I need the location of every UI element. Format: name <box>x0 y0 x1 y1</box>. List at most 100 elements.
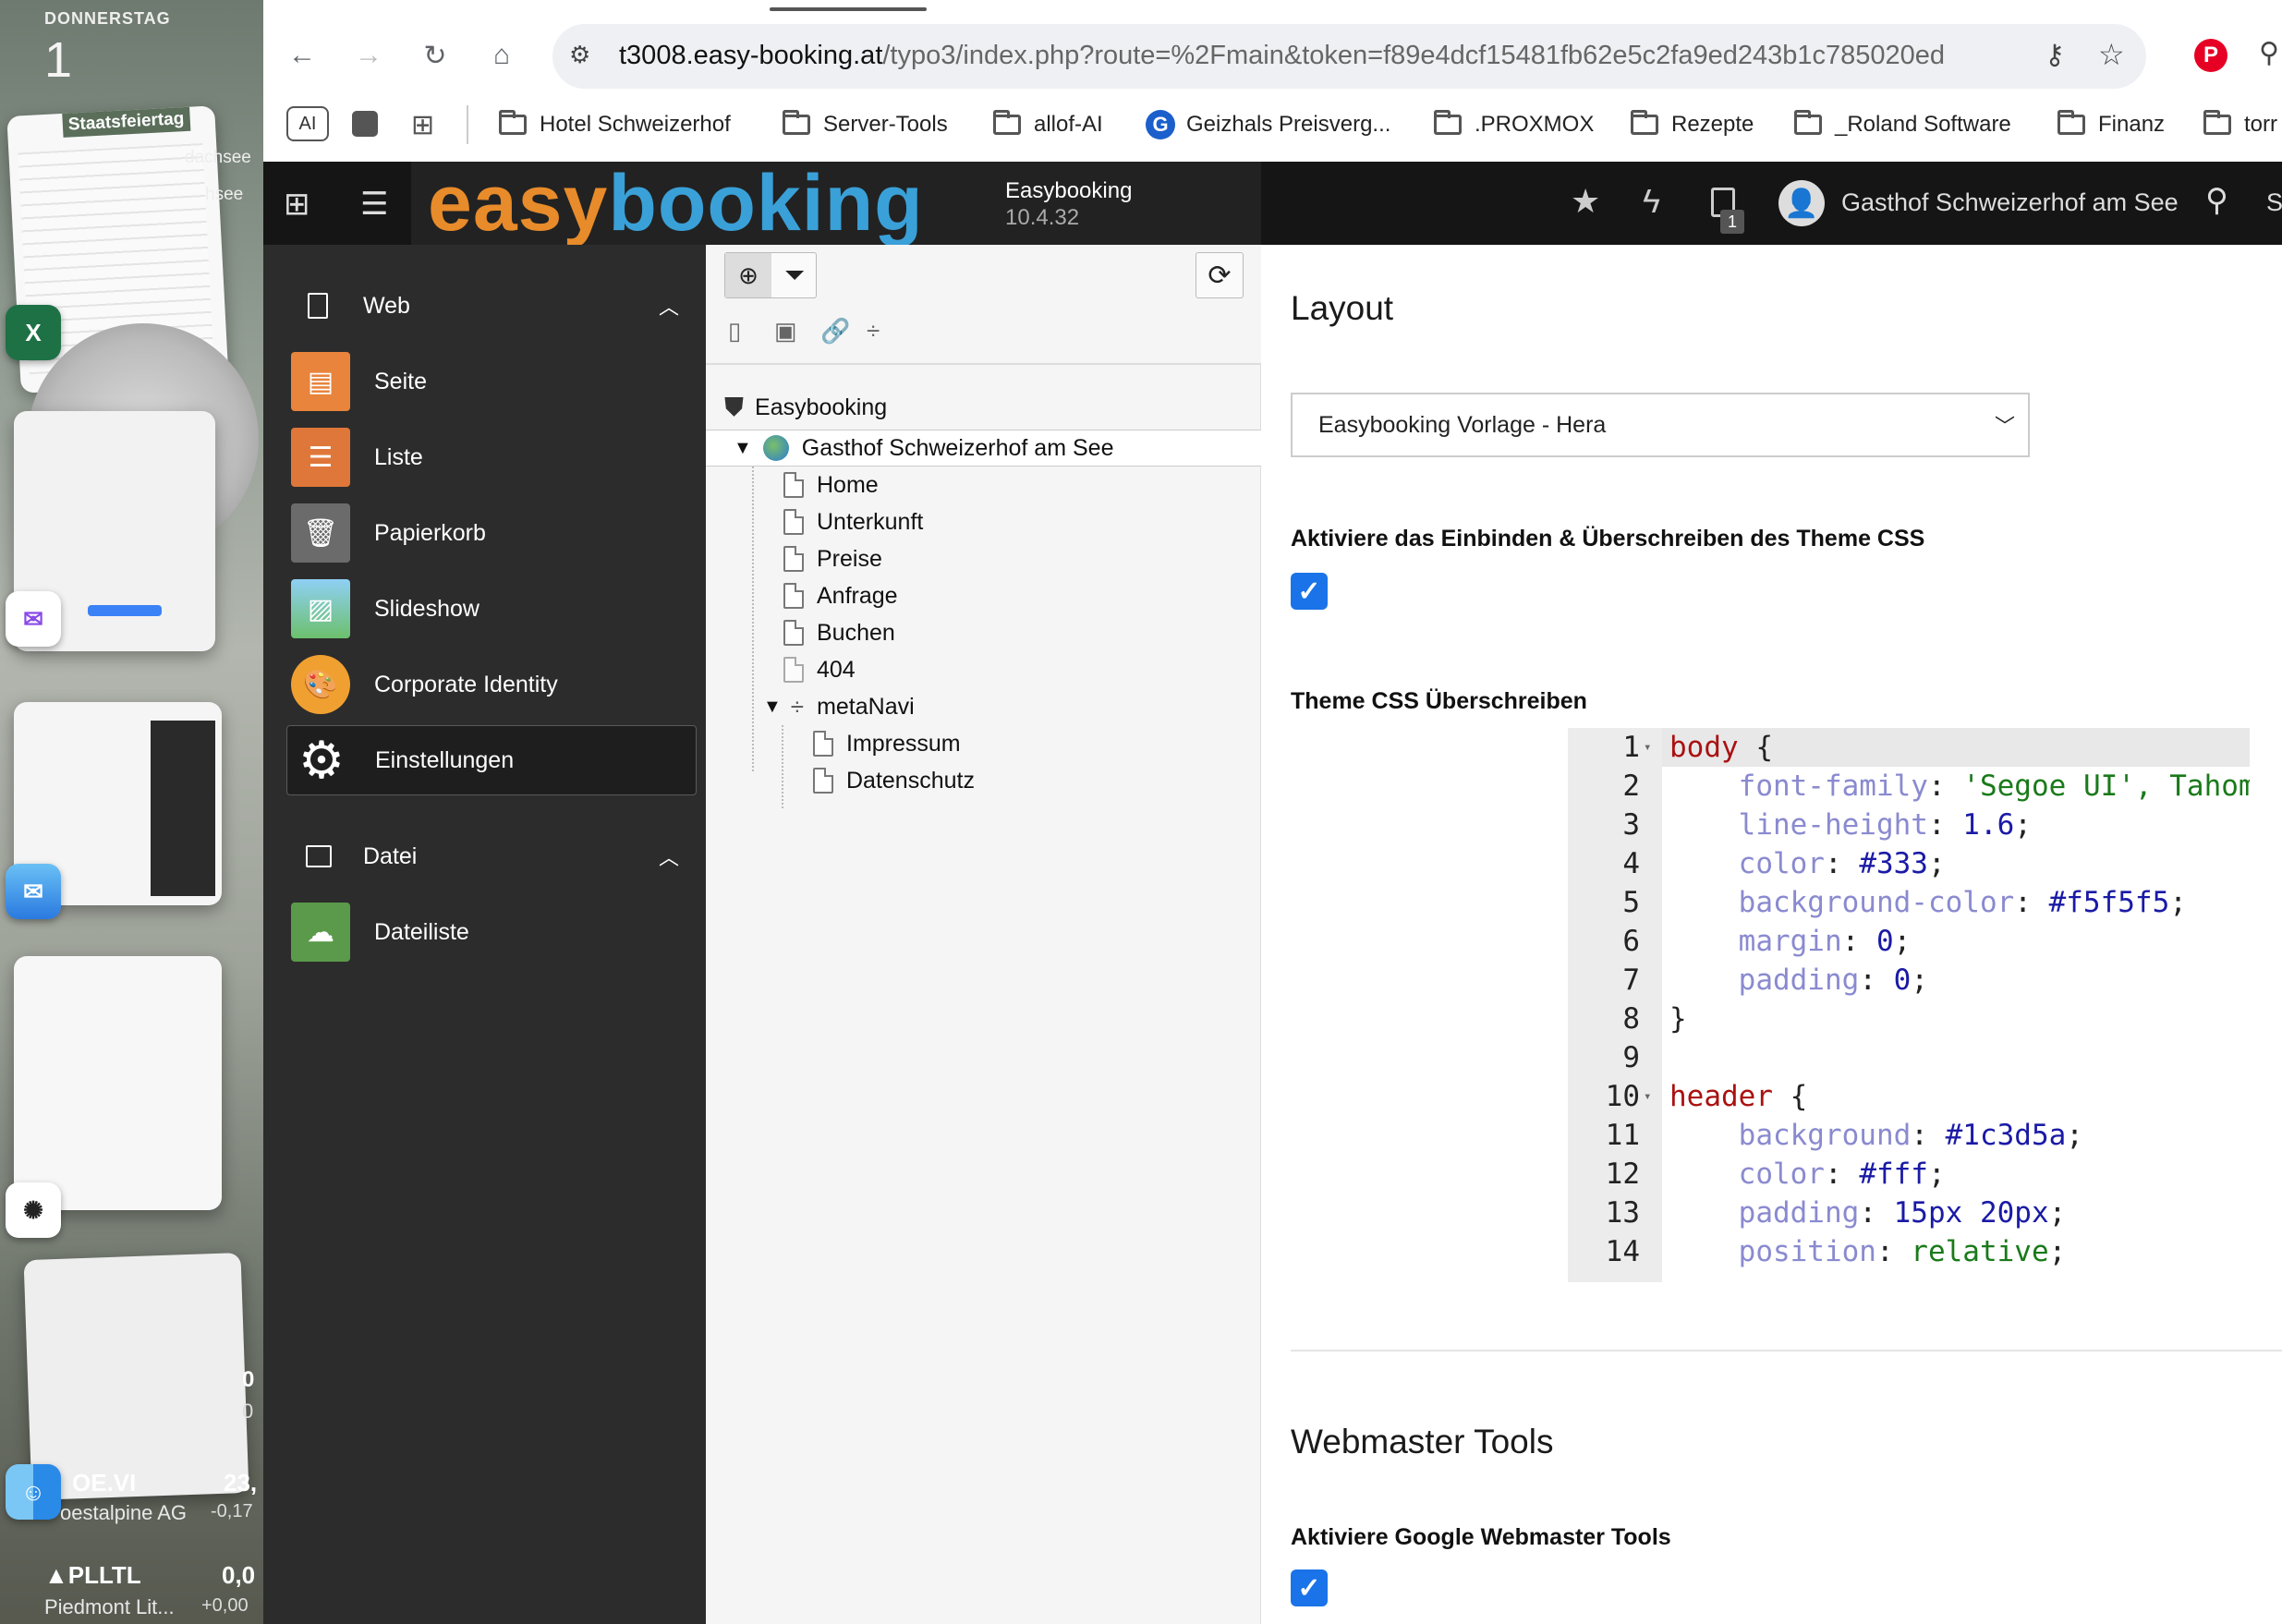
sidebar-item-papierkorb[interactable]: 🗑 Papierkorb <box>291 498 698 568</box>
sidebar-item-slideshow[interactable]: ▨ Slideshow <box>291 574 698 644</box>
bookmark-star-icon[interactable]: ☆ <box>2098 37 2125 72</box>
line-number: 3 <box>1622 808 1640 842</box>
finder-icon[interactable]: ☺ <box>6 1464 61 1520</box>
css-property: position <box>1738 1235 1876 1268</box>
bookmark-item[interactable]: Finanz <box>2057 106 2165 143</box>
fold-arrow-icon[interactable]: ▾ <box>1644 728 1651 767</box>
tree-root[interactable]: ⛊ Easybooking <box>724 391 887 424</box>
bookmark-item[interactable]: torr <box>2203 106 2277 143</box>
code-line[interactable]: 13 padding: 15px 20px; <box>1568 1194 2250 1232</box>
code-line[interactable]: 8} <box>1568 1000 2250 1038</box>
code-text: margin: 0; <box>1738 925 1912 958</box>
reload-button[interactable]: ↻ <box>415 35 455 76</box>
code-line[interactable]: 2 font-family: 'Segoe UI', Tahoma <box>1568 767 2250 806</box>
bookmarks-star-icon[interactable]: ★ <box>1571 182 1600 221</box>
tree-page[interactable]: Buchen <box>783 616 895 649</box>
code-line[interactable]: 9 <box>1568 1038 2250 1077</box>
messenger-icon[interactable]: ✉ <box>6 591 61 647</box>
code-line[interactable]: 6 margin: 0; <box>1568 922 2250 961</box>
layout-select[interactable]: Easybooking Vorlage - Hera ﹀ <box>1291 393 2030 457</box>
code-line[interactable]: 7 padding: 0; <box>1568 961 2250 1000</box>
user-name[interactable]: Gasthof Schweizerhof am See <box>1841 188 2179 217</box>
sidebar-item-liste[interactable]: ☰ Liste <box>291 422 698 492</box>
filter-icon[interactable]: ⏷ <box>773 253 816 297</box>
webmaster-checkbox[interactable]: ✓ <box>1291 1569 1328 1606</box>
bookmark-item[interactable]: G Geizhals Preisverg... <box>1146 106 1390 143</box>
chatgpt-window-thumbnail[interactable] <box>14 956 222 1210</box>
css-code-editor[interactable]: 1 ▾ body {2 font-family: 'Segoe UI', Tahom… <box>1568 728 2250 1282</box>
desktop-background: DONNERSTAG 1 Staatsfeiertag dachsee hsee… <box>0 0 263 1624</box>
tree-label: metaNavi <box>817 693 915 720</box>
css-value: 0 <box>1893 963 1912 997</box>
sidebar-item-dateiliste[interactable]: ☁ Dateiliste <box>291 897 698 967</box>
tree-page[interactable]: Anfrage <box>783 579 898 612</box>
bookmark-item[interactable]: Hotel Schweizerhof <box>499 106 731 143</box>
tab-icon[interactable] <box>352 111 378 137</box>
tree-page[interactable]: Impressum <box>813 727 961 760</box>
search-label[interactable]: S <box>2266 188 2282 217</box>
pinterest-icon[interactable]: P <box>2194 39 2227 72</box>
code-line[interactable]: 4 color: #333; <box>1568 844 2250 883</box>
bookmark-item[interactable]: .PROXMOX <box>1434 106 1594 143</box>
sidebar-item-einstellungen[interactable]: ⚙ Einstellungen <box>286 725 697 795</box>
sidebar-item-corporate-identity[interactable]: 🎨 Corporate Identity <box>291 649 698 720</box>
tree-folder[interactable]: ▼ ÷ metaNavi <box>763 690 915 723</box>
code-line[interactable]: 1 ▾ body { <box>1568 728 2250 767</box>
bookmark-item[interactable]: _Roland Software <box>1794 106 2011 143</box>
flash-icon[interactable]: ϟ <box>1643 182 1660 221</box>
css-override-checkbox[interactable]: ✓ <box>1291 573 1328 610</box>
code-line[interactable]: 5 background-color: #f5f5f5; <box>1568 883 2250 922</box>
tree-page[interactable]: 404 <box>783 653 856 686</box>
line-number: 7 <box>1622 963 1640 997</box>
code-line[interactable]: 12 color: #fff; <box>1568 1155 2250 1194</box>
tree-page[interactable]: Unterkunft <box>783 505 923 539</box>
webmaster-heading: Webmaster Tools <box>1291 1423 1554 1460</box>
excel-icon[interactable]: X <box>6 305 61 360</box>
url-text[interactable]: t3008.easy-booking.at/typo3/index.php?ro… <box>619 41 1945 71</box>
easybooking-logo[interactable]: easybooking <box>428 162 924 245</box>
tree-page-home[interactable]: Home <box>783 468 879 502</box>
bookmark-item[interactable]: Rezepte <box>1631 106 1754 143</box>
ai-badge[interactable]: AI <box>286 106 329 141</box>
modules-grid-icon[interactable]: ⊞ <box>284 186 310 223</box>
code-line[interactable]: 11 background: #1c3d5a; <box>1568 1116 2250 1155</box>
bookmark-item[interactable]: Server-Tools <box>783 106 948 143</box>
tree-page[interactable]: Preise <box>783 542 882 576</box>
chatgpt-icon[interactable]: ✺ <box>6 1182 61 1238</box>
user-avatar[interactable]: 👤 <box>1778 180 1825 226</box>
code-line[interactable]: 3 line-height: 1.6; <box>1568 806 2250 844</box>
section-datei[interactable]: Datei ︿ <box>291 829 698 884</box>
back-button[interactable]: ← <box>282 35 322 76</box>
tree-site[interactable]: ▼ Gasthof Schweizerhof am See <box>734 431 1113 465</box>
extension-icon[interactable]: ⚲ <box>2259 37 2279 69</box>
bookmark-item[interactable]: allof-AI <box>993 106 1103 143</box>
mail-icon[interactable]: ✉ <box>6 864 61 919</box>
forward-button[interactable]: → <box>348 35 389 76</box>
sidebar-item-seite[interactable]: ▤ Seite <box>291 346 698 417</box>
new-page-icon[interactable]: ⊕ <box>725 253 771 297</box>
folder-icon <box>993 110 1021 135</box>
shortcut-page-icon[interactable]: ▣ <box>774 317 797 345</box>
site-settings-icon[interactable]: ⚙ <box>569 41 590 69</box>
page-type-icon[interactable]: ▯ <box>728 317 741 345</box>
finder-window-thumbnail[interactable] <box>23 1252 249 1501</box>
code-line[interactable]: 14 position: relative; <box>1568 1232 2250 1271</box>
address-bar[interactable]: ⚙ t3008.easy-booking.at/typo3/index.php?… <box>552 24 2146 89</box>
fold-arrow-icon[interactable]: ▾ <box>1644 1077 1651 1116</box>
link-icon[interactable]: 🔗 <box>820 317 850 345</box>
code-line[interactable]: 10 ▾ header { <box>1568 1077 2250 1116</box>
list-toggle-icon[interactable]: ☰ <box>360 186 388 223</box>
section-web[interactable]: Web ︿ <box>291 278 698 333</box>
sidebar-item-label: Liste <box>374 443 423 470</box>
refresh-tree-icon[interactable]: ⟳ <box>1196 252 1244 298</box>
home-icon[interactable]: ⌂ <box>481 35 522 76</box>
key-icon[interactable]: ⚷ <box>2045 39 2065 71</box>
tree-page[interactable]: Datenschutz <box>813 764 975 797</box>
logo-easy: easy <box>428 159 609 248</box>
bookmark-label: .PROXMOX <box>1475 112 1595 137</box>
sidebar-item-label: Dateiliste <box>374 918 469 945</box>
search-icon[interactable]: ⚲ <box>2205 182 2228 219</box>
apps-grid-icon[interactable]: ⊞ <box>411 109 434 141</box>
page-module-icon: ▤ <box>291 352 350 411</box>
separator-icon[interactable]: ÷ <box>867 317 880 345</box>
